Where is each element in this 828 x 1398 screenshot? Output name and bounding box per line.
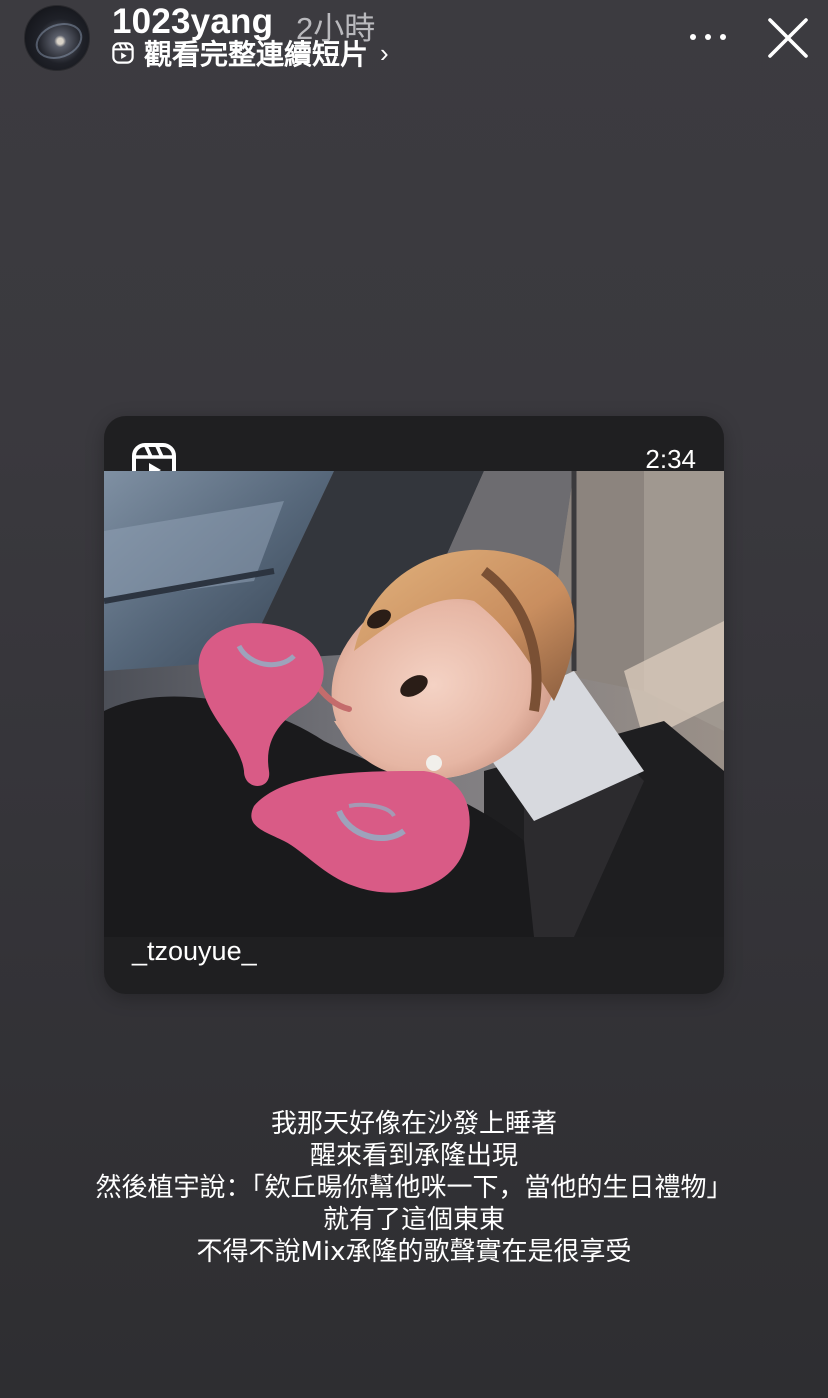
avatar[interactable]: [24, 5, 90, 71]
story-header: 1023yang 2小時 觀看完整連續短片 ›: [0, 0, 828, 80]
more-dot: [705, 34, 711, 40]
caption-line: 不得不說Mix承隆的歌聲實在是很享受: [196, 1237, 632, 1267]
story-caption: 我那天好像在沙發上睡著 醒來看到承隆出現 然後植宇說：「欸丘暘你幫他咪一下，當他…: [0, 1108, 828, 1268]
caption-line: 然後植宇說：「欸丘暘你幫他咪一下，當他的生日禮物」: [95, 1173, 733, 1203]
caption-line: 就有了這個東東: [322, 1205, 505, 1235]
chevron-right-icon: ›: [380, 37, 389, 68]
reel-thumbnail: [104, 471, 724, 937]
caption-line: 我那天好像在沙發上睡著: [270, 1109, 557, 1139]
close-icon[interactable]: [766, 16, 810, 60]
more-options-button[interactable]: [688, 22, 728, 52]
reel-author[interactable]: _tzouyue_: [132, 936, 257, 967]
shared-reel-card[interactable]: 2:34 _tzouyue_: [104, 416, 724, 994]
watch-full-reel-link[interactable]: 觀看完整連續短片 ›: [112, 36, 389, 70]
caption-line: 醒來看到承隆出現: [309, 1141, 518, 1171]
more-dot: [720, 34, 726, 40]
more-dot: [690, 34, 696, 40]
watch-full-reel-label: 觀看完整連續短片: [144, 39, 369, 70]
reels-icon: [112, 42, 134, 64]
